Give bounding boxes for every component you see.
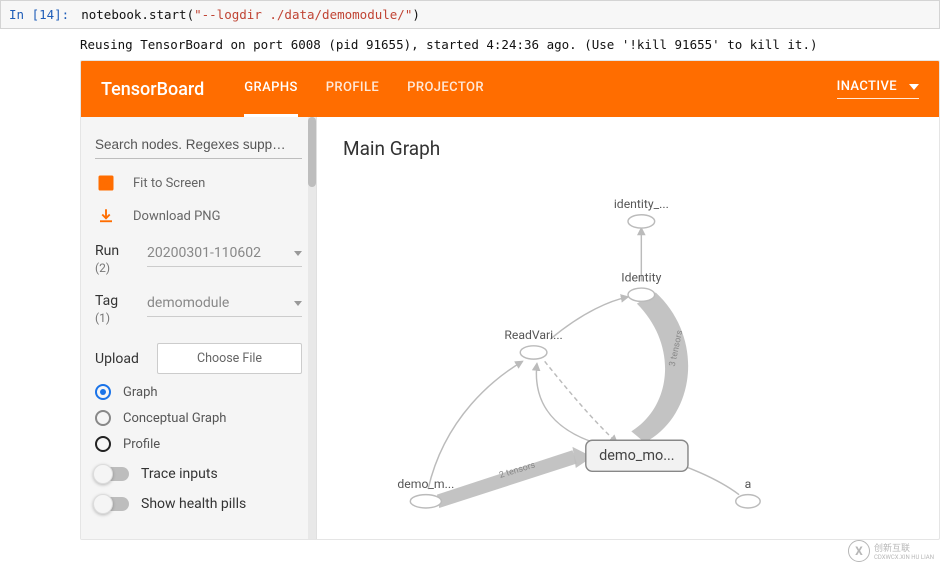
graph-canvas[interactable]: 3 tensors 2 tensors identi [317, 117, 939, 540]
radio-icon [95, 384, 111, 400]
radio-conceptual[interactable]: Conceptual Graph [95, 410, 302, 426]
graph-node-demo-mo-selected[interactable]: demo_mo... [586, 440, 688, 471]
radio-profile[interactable]: Profile [95, 436, 302, 452]
run-select[interactable]: 20200301-110602 [147, 243, 302, 267]
upload-label: Upload [95, 351, 147, 367]
watermark: X 创新互联 CDXWCX.XIN HU LIAN [848, 540, 934, 562]
toggle-icon [95, 467, 129, 481]
graph-panel[interactable]: Main Graph 3 tensors 2 tensors [317, 117, 939, 539]
graph-node-identity-top[interactable]: identity_... [614, 197, 669, 228]
tensorboard-frame: TensorBoard GRAPHS PROFILE PROJECTOR INA… [80, 60, 940, 540]
fit-label: Fit to Screen [133, 176, 205, 191]
chevron-down-icon [294, 301, 302, 306]
tensorboard-title: TensorBoard [101, 79, 204, 100]
graph-edge-fat [631, 292, 688, 442]
choose-file-button[interactable]: Choose File [157, 343, 302, 374]
tensorboard-header: TensorBoard GRAPHS PROFILE PROJECTOR INA… [81, 61, 939, 117]
graph-edge-fat [437, 450, 577, 508]
toggle-health-pills[interactable]: Show health pills [95, 496, 302, 512]
download-png-button[interactable]: Download PNG [95, 207, 302, 225]
svg-text:identity_...: identity_... [614, 197, 669, 211]
chevron-down-icon [909, 84, 919, 90]
svg-text:demo_m...: demo_m... [397, 477, 454, 491]
download-icon [95, 207, 117, 225]
run-count: (2) [95, 261, 147, 275]
chevron-down-icon [294, 251, 302, 256]
tag-count: (1) [95, 311, 147, 325]
graph-node-readvari[interactable]: ReadVari... [504, 328, 562, 359]
toggle-trace-inputs[interactable]: Trace inputs [95, 466, 302, 482]
graph-edge [536, 364, 600, 445]
tab-projector[interactable]: PROJECTOR [407, 61, 484, 117]
radio-icon [95, 436, 111, 452]
sidebar-scrollbar[interactable] [308, 117, 316, 539]
toggle-icon [95, 497, 129, 511]
svg-text:Identity: Identity [621, 270, 661, 284]
cell-prompt: In [14]: [9, 7, 69, 22]
cell-code[interactable]: notebook.start("--logdir ./data/demomodu… [81, 7, 931, 22]
run-label: Run [95, 243, 147, 259]
tag-select[interactable]: demomodule [147, 293, 302, 317]
inactive-label: INACTIVE [837, 79, 897, 94]
fit-screen-icon [95, 173, 117, 193]
download-label: Download PNG [133, 209, 220, 224]
inactive-dropdown[interactable]: INACTIVE [837, 79, 919, 99]
tab-graphs[interactable]: GRAPHS [244, 61, 297, 117]
notebook-code-cell: In [14]: notebook.start("--logdir ./data… [0, 0, 940, 29]
radio-graph[interactable]: Graph [95, 384, 302, 400]
cell-output: Reusing TensorBoard on port 6008 (pid 91… [0, 29, 940, 60]
graph-edge-dashed [545, 361, 617, 442]
header-tabs: GRAPHS PROFILE PROJECTOR [244, 61, 836, 117]
fit-to-screen-button[interactable]: Fit to Screen [95, 173, 302, 193]
radio-icon [95, 410, 111, 426]
svg-text:ReadVari...: ReadVari... [504, 328, 562, 342]
svg-text:a: a [745, 477, 752, 491]
search-input[interactable] [95, 131, 302, 159]
watermark-icon: X [848, 540, 870, 562]
graph-node-a[interactable]: a [736, 477, 760, 508]
tag-label: Tag [95, 293, 147, 309]
svg-text:demo_mo...: demo_mo... [599, 447, 674, 464]
sidebar: Fit to Screen Download PNG Run (2) 20200… [81, 117, 317, 539]
tab-profile[interactable]: PROFILE [326, 61, 379, 117]
scrollbar-thumb[interactable] [308, 117, 316, 187]
